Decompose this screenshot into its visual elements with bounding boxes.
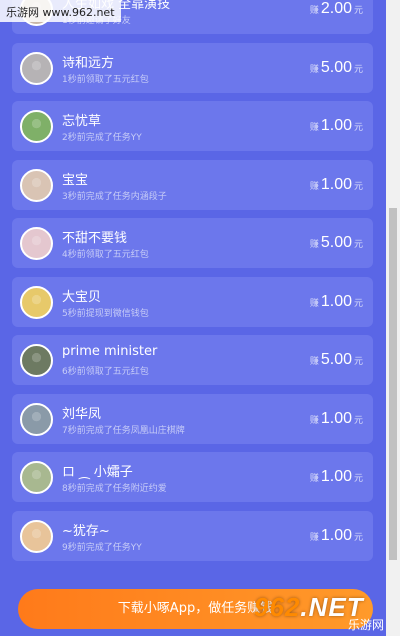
user-name: 忘忧草 [62,114,102,129]
earning-amount: 1.00 [320,175,352,193]
earning-prefix: 赚 [309,123,319,133]
earning-prefix: 赚 [309,64,319,75]
earning: 赚 1.00 元 [310,174,363,194]
earning-unit: 元 [353,298,363,309]
user-name: ~犹存~ [62,523,110,539]
earning: 赚 1.00 元 [310,408,363,428]
avatar [20,285,53,319]
earning: 赚 5.00 元 [310,349,363,369]
earning-prefix: 赚 [309,6,319,16]
user-name: 宝宝 [62,172,89,188]
activity-text: 3秒前完成了任务内涵段子 [62,191,167,202]
earning: 赚 1.00 元 [310,466,363,486]
user-name: 不甜不要钱 [62,231,128,246]
earning-amount: 5.00 [320,351,352,368]
earning-amount: 1.00 [320,409,352,427]
earning: 赚 2.00 元 [310,0,363,18]
earning-amount: 1.00 [320,292,352,310]
earning-unit: 元 [353,181,363,192]
activity-text: 5秒前提现到微信钱包 [62,308,149,319]
earning-unit: 元 [353,415,363,426]
site-watermark: 乐游网 www.962.net [0,0,121,22]
activity-text: 1秒前领取了五元红包 [62,74,149,85]
earning-unit: 元 [353,123,363,133]
avatar [20,227,53,260]
earning-unit: 元 [353,64,363,75]
avatar [20,51,53,85]
earning-prefix: 赚 [309,298,319,309]
earning-unit: 元 [353,532,363,543]
earning: 赚 1.00 元 [310,291,363,311]
earning-unit: 元 [353,474,363,484]
list-item: ~犹存~ 9秒前完成了任务YY 赚 1.00 元 [12,510,373,561]
earning-unit: 元 [353,6,363,16]
user-name: 大宝贝 [62,289,102,305]
activity-text: 4秒前领取了五元红包 [62,250,149,260]
earning-prefix: 赚 [309,415,319,426]
activity-text: 8秒前完成了任务附近约爱 [62,484,167,494]
list-item: prime minister 6秒前领取了五元红包 赚 5.00 元 [12,335,373,385]
avatar [20,402,53,436]
activity-text: 9秒前完成了任务YY [62,542,142,553]
logo-watermark: 962.NET 乐游网 [254,592,384,632]
earning-prefix: 赚 [309,181,319,192]
earning-unit: 元 [353,240,363,250]
user-name: 刘华凤 [62,406,102,422]
user-name: ロ ⁔ 小孀子 [62,465,133,480]
earning-unit: 元 [353,357,363,367]
logo-watermark-number: 962 [254,592,301,622]
activity-text: 7秒前完成了任务凤凰山庄棋牌 [62,425,185,436]
list-item: 刘华凤 7秒前完成了任务凤凰山庄棋牌 赚 1.00 元 [12,393,373,444]
activity-text: 6秒前领取了五元红包 [62,367,149,377]
earning-amount: 2.00 [320,0,352,17]
activity-list: 人生如戏 全靠演技1秒前邀请了好友赚2.00元诗和远方1秒前领取了五元红包赚5.… [12,0,373,569]
list-item: 大宝贝 5秒前提现到微信钱包 赚 1.00 元 [12,276,373,327]
earning-amount: 5.00 [320,234,352,251]
list-item: 诗和远方 1秒前领取了五元红包 赚 5.00 元 [12,42,373,93]
earning-amount: 1.00 [320,526,352,544]
earning: 赚 1.00 元 [310,525,363,545]
earning: 赚 5.00 元 [310,232,363,252]
avatar [20,519,53,553]
list-item: 不甜不要钱 4秒前领取了五元红包 赚 5.00 元 [12,218,373,268]
earning-prefix: 赚 [309,357,319,367]
avatar [20,344,53,377]
earning-amount: 1.00 [320,117,352,134]
earning-amount: 5.00 [320,58,352,76]
avatar [20,168,53,202]
activity-text: 2秒前完成了任务YY [62,133,142,143]
scrollbar-thumb[interactable] [389,208,397,560]
avatar [20,110,53,143]
earning: 赚 5.00 元 [310,57,363,77]
earning: 赚 1.00 元 [310,115,363,135]
list-item: 忘忧草 2秒前完成了任务YY 赚 1.00 元 [12,101,373,151]
earning-prefix: 赚 [309,474,319,484]
scrollbar[interactable] [386,0,400,636]
earning-amount: 1.00 [320,468,352,485]
list-item: ロ ⁔ 小孀子 8秒前完成了任务附近约爱 赚 1.00 元 [12,452,373,502]
avatar [20,461,53,494]
user-name: 诗和远方 [62,55,115,71]
list-item: 宝宝 3秒前完成了任务内涵段子 赚 1.00 元 [12,159,373,210]
user-name: prime minister [62,344,158,359]
logo-watermark-label: 乐游网 [347,618,384,632]
earning-prefix: 赚 [309,532,319,543]
earning-prefix: 赚 [309,240,319,250]
